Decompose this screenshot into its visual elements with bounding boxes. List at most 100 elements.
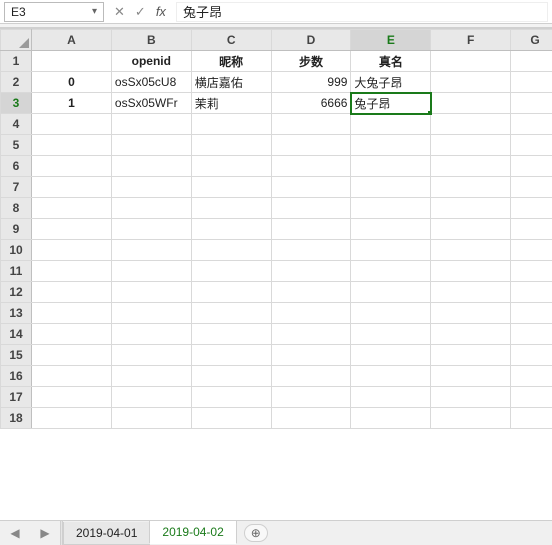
- cell-B7[interactable]: [111, 177, 191, 198]
- row-head-13[interactable]: 13: [1, 303, 32, 324]
- spreadsheet-grid[interactable]: A B C D E F G 1 openid 昵称 步数 真名 2 0 osSx…: [0, 28, 552, 498]
- cell-C2[interactable]: 横店嘉佑: [191, 72, 271, 93]
- cell-G13[interactable]: [511, 303, 552, 324]
- cell-D18[interactable]: [271, 408, 351, 429]
- cell-B16[interactable]: [111, 366, 191, 387]
- cell-B13[interactable]: [111, 303, 191, 324]
- cell-D4[interactable]: [271, 114, 351, 135]
- cell-D3[interactable]: 6666: [271, 93, 351, 114]
- cell-D8[interactable]: [271, 198, 351, 219]
- cell-F14[interactable]: [431, 324, 511, 345]
- cell-C16[interactable]: [191, 366, 271, 387]
- cell-G14[interactable]: [511, 324, 552, 345]
- cell-C8[interactable]: [191, 198, 271, 219]
- cell-E5[interactable]: [351, 135, 431, 156]
- col-head-C[interactable]: C: [191, 30, 271, 51]
- cell-D13[interactable]: [271, 303, 351, 324]
- cell-D15[interactable]: [271, 345, 351, 366]
- cell-C10[interactable]: [191, 240, 271, 261]
- cell-D7[interactable]: [271, 177, 351, 198]
- row-head-2[interactable]: 2: [1, 72, 32, 93]
- enter-icon[interactable]: ✓: [135, 4, 146, 20]
- cell-C6[interactable]: [191, 156, 271, 177]
- cell-F5[interactable]: [431, 135, 511, 156]
- cell-C1[interactable]: 昵称: [191, 51, 271, 72]
- cell-C13[interactable]: [191, 303, 271, 324]
- cell-G7[interactable]: [511, 177, 552, 198]
- row-head-18[interactable]: 18: [1, 408, 32, 429]
- cell-D12[interactable]: [271, 282, 351, 303]
- row-head-3[interactable]: 3: [1, 93, 32, 114]
- cell-E8[interactable]: [351, 198, 431, 219]
- col-head-E[interactable]: E: [351, 30, 431, 51]
- row-head-16[interactable]: 16: [1, 366, 32, 387]
- add-sheet-icon[interactable]: ⊕: [244, 524, 268, 542]
- cell-B10[interactable]: [111, 240, 191, 261]
- row-head-15[interactable]: 15: [1, 345, 32, 366]
- cell-E1[interactable]: 真名: [351, 51, 431, 72]
- cell-A1[interactable]: [32, 51, 112, 72]
- cell-E15[interactable]: [351, 345, 431, 366]
- row-head-8[interactable]: 8: [1, 198, 32, 219]
- cell-F13[interactable]: [431, 303, 511, 324]
- cell-C3[interactable]: 茉莉: [191, 93, 271, 114]
- cell-B18[interactable]: [111, 408, 191, 429]
- cell-E14[interactable]: [351, 324, 431, 345]
- col-head-B[interactable]: B: [111, 30, 191, 51]
- cell-A7[interactable]: [32, 177, 112, 198]
- formula-input[interactable]: 兔子昂: [176, 2, 548, 22]
- select-all-corner[interactable]: [1, 30, 32, 51]
- cell-D6[interactable]: [271, 156, 351, 177]
- cell-A10[interactable]: [32, 240, 112, 261]
- cell-G9[interactable]: [511, 219, 552, 240]
- cell-B5[interactable]: [111, 135, 191, 156]
- cell-A8[interactable]: [32, 198, 112, 219]
- cell-A2[interactable]: 0: [32, 72, 112, 93]
- col-head-F[interactable]: F: [431, 30, 511, 51]
- cell-D11[interactable]: [271, 261, 351, 282]
- cell-E4[interactable]: [351, 114, 431, 135]
- cell-A11[interactable]: [32, 261, 112, 282]
- cell-A16[interactable]: [32, 366, 112, 387]
- cell-F2[interactable]: [431, 72, 511, 93]
- cell-B3[interactable]: osSx05WFr: [111, 93, 191, 114]
- cell-E17[interactable]: [351, 387, 431, 408]
- cell-B15[interactable]: [111, 345, 191, 366]
- cell-B9[interactable]: [111, 219, 191, 240]
- row-head-7[interactable]: 7: [1, 177, 32, 198]
- sheet-tab-1[interactable]: 2019-04-02: [149, 521, 236, 544]
- cell-G12[interactable]: [511, 282, 552, 303]
- cell-B4[interactable]: [111, 114, 191, 135]
- cell-E18[interactable]: [351, 408, 431, 429]
- cell-F6[interactable]: [431, 156, 511, 177]
- cancel-icon[interactable]: ✕: [114, 4, 125, 20]
- cell-A9[interactable]: [32, 219, 112, 240]
- cell-E6[interactable]: [351, 156, 431, 177]
- cell-G11[interactable]: [511, 261, 552, 282]
- cell-G2[interactable]: [511, 72, 552, 93]
- cell-B1[interactable]: openid: [111, 51, 191, 72]
- cell-C18[interactable]: [191, 408, 271, 429]
- cell-C17[interactable]: [191, 387, 271, 408]
- cell-E7[interactable]: [351, 177, 431, 198]
- cell-D14[interactable]: [271, 324, 351, 345]
- sheet-tab-0[interactable]: 2019-04-01: [63, 522, 150, 545]
- row-head-9[interactable]: 9: [1, 219, 32, 240]
- col-head-G[interactable]: G: [511, 30, 552, 51]
- cell-B17[interactable]: [111, 387, 191, 408]
- cell-A17[interactable]: [32, 387, 112, 408]
- row-head-5[interactable]: 5: [1, 135, 32, 156]
- row-head-11[interactable]: 11: [1, 261, 32, 282]
- cell-B14[interactable]: [111, 324, 191, 345]
- cell-G17[interactable]: [511, 387, 552, 408]
- cell-A18[interactable]: [32, 408, 112, 429]
- cell-A13[interactable]: [32, 303, 112, 324]
- cell-E2[interactable]: 大兔子昂: [351, 72, 431, 93]
- cell-G18[interactable]: [511, 408, 552, 429]
- cell-G1[interactable]: [511, 51, 552, 72]
- cell-F18[interactable]: [431, 408, 511, 429]
- cell-G4[interactable]: [511, 114, 552, 135]
- cell-A5[interactable]: [32, 135, 112, 156]
- cell-E11[interactable]: [351, 261, 431, 282]
- cell-F17[interactable]: [431, 387, 511, 408]
